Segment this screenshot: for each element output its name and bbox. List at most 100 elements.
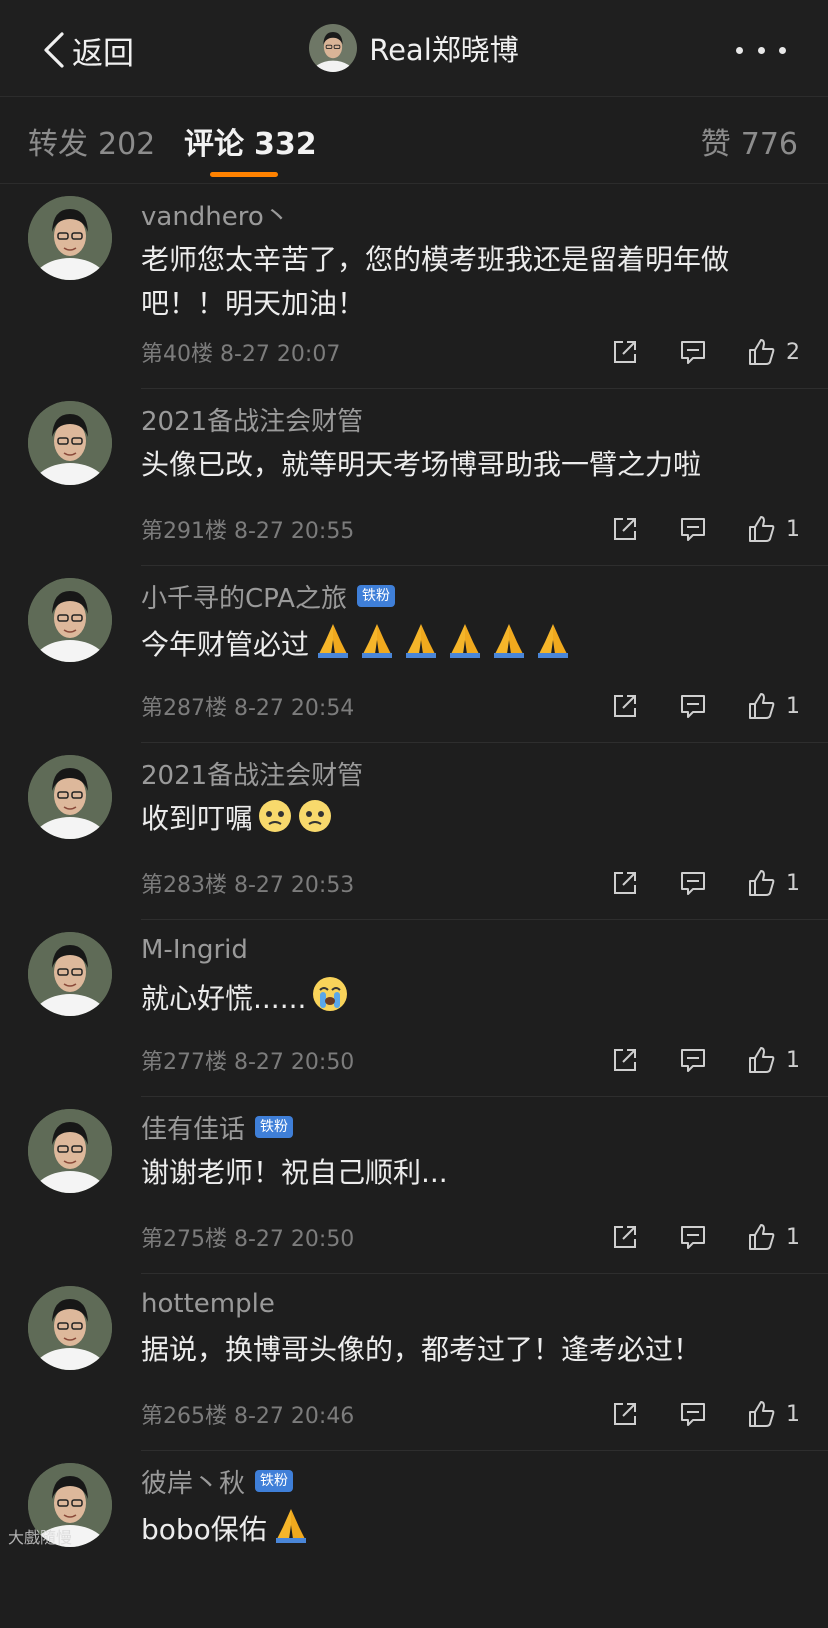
like-button[interactable]: 1 (746, 1399, 800, 1429)
comment-item[interactable]: M-Ingrid 就心好慌...... 第277楼 8-27 20:50 1 (0, 920, 828, 1097)
tab-repost[interactable]: 转发 202 (28, 119, 155, 163)
share-button[interactable] (610, 1045, 640, 1075)
tab-like[interactable]: 赞 776 (701, 119, 798, 163)
comment-item[interactable]: 小千寻的CPA之旅 铁粉 今年财管必过 第287楼 8-27 20:54 1 (0, 566, 828, 743)
reply-button[interactable] (678, 337, 708, 367)
comment-text: 就心好慌...... (141, 974, 800, 1021)
comment-floor-time: 第287楼 8-27 20:54 (141, 696, 355, 721)
avatar[interactable] (309, 24, 358, 72)
comment-item[interactable]: 2021备战注会财管 收到叮嘱 第283楼 8-27 20:53 1 (0, 743, 828, 920)
like-button[interactable]: 1 (746, 514, 800, 544)
tab-comment-label: 评论 (184, 127, 244, 162)
avatar[interactable] (28, 932, 112, 1016)
like-button[interactable]: 1 (746, 1222, 800, 1252)
avatar-image (309, 24, 358, 72)
comment-text-body: 收到叮嘱 (141, 802, 254, 835)
comment-text-body: 今年财管必过 (141, 628, 310, 661)
comment-text: bobo保佑 (141, 1505, 800, 1552)
comment-text: 据说，换博哥头像的，都考过了！逢考必过！ (141, 1328, 800, 1372)
comment-username[interactable]: M-Ingrid (141, 935, 248, 965)
share-button[interactable] (610, 337, 640, 367)
avatar-image (28, 755, 112, 839)
comment-meta-row: 第275楼 8-27 20:50 1 (141, 1220, 800, 1254)
pray-emoji-icon (318, 624, 349, 658)
share-icon (614, 341, 636, 363)
title-text: Real郑晓博 (369, 33, 519, 67)
comment-text: 头像已改，就等明天考场博哥助我一臂之力啦 (141, 443, 800, 487)
comment-content: 佳有佳话 铁粉 谢谢老师！祝自己顺利... (141, 1109, 800, 1195)
tab-like-count: 776 (740, 127, 798, 162)
comment-item[interactable]: hottemple 据说，换博哥头像的，都考过了！逢考必过！ 第265楼 8-2… (0, 1274, 828, 1451)
comment-item[interactable]: 2021备战注会财管 头像已改，就等明天考场博哥助我一臂之力啦 第291楼 8-… (0, 389, 828, 566)
comment-username[interactable]: 彼岸丶秋 (141, 1463, 245, 1500)
reply-button[interactable] (678, 1399, 708, 1429)
avatar[interactable] (28, 1109, 112, 1193)
more-dot-icon (736, 46, 743, 54)
comment-username-row: 2021备战注会财管 (141, 401, 800, 437)
comment-username[interactable]: vandhero丶 (141, 196, 290, 233)
comment-icon (681, 341, 705, 364)
comment-username[interactable]: hottemple (141, 1289, 275, 1319)
comment-text-body: 谢谢老师！祝自己顺利... (141, 1156, 448, 1189)
avatar[interactable] (28, 755, 112, 839)
like-count: 2 (786, 339, 800, 365)
comment-icon (681, 1226, 705, 1249)
thumbs-up-icon (749, 516, 775, 542)
share-button[interactable] (610, 1222, 640, 1252)
comment-meta-row: 第291楼 8-27 20:55 1 (141, 512, 800, 546)
like-button[interactable]: 2 (746, 337, 800, 367)
share-button[interactable] (610, 514, 640, 544)
like-button[interactable]: 1 (746, 1045, 800, 1075)
reply-button[interactable] (678, 868, 708, 898)
like-button[interactable]: 1 (746, 868, 800, 898)
comment-item[interactable]: 佳有佳话 铁粉 谢谢老师！祝自己顺利... 第275楼 8-27 20:50 1 (0, 1097, 828, 1274)
share-icon (614, 1049, 636, 1071)
share-button[interactable] (610, 868, 640, 898)
reply-button[interactable] (678, 1045, 708, 1075)
comment-username-row: 彼岸丶秋 铁粉 (141, 1463, 800, 1499)
like-count: 1 (786, 1224, 800, 1250)
comment-floor-time: 第291楼 8-27 20:55 (141, 519, 355, 544)
comment-username[interactable]: 2021备战注会财管 (141, 755, 363, 792)
pray-emoji-icon (450, 624, 481, 658)
comment-username[interactable]: 小千寻的CPA之旅 (141, 578, 347, 615)
comment-floor-time: 第275楼 8-27 20:50 (141, 1227, 355, 1252)
share-button[interactable] (610, 1399, 640, 1429)
share-button[interactable] (610, 691, 640, 721)
comment-item[interactable]: vandhero丶 老师您太辛苦了，您的模考班我还是留着明年做吧！！明天加油！ … (0, 184, 828, 389)
comment-username-row: 2021备战注会财管 (141, 755, 800, 791)
comment-item[interactable]: 彼岸丶秋 铁粉 bobo保佑 (0, 1451, 828, 1628)
comment-username-row: M-Ingrid (141, 932, 800, 968)
fan-badge: 铁粉 (255, 1470, 294, 1492)
like-count: 1 (786, 693, 800, 719)
avatar[interactable] (28, 578, 112, 662)
comment-text-body: 头像已改，就等明天考场博哥助我一臂之力啦 (141, 448, 702, 481)
tab-comment[interactable]: 评论 332 (184, 119, 317, 163)
comment-content: vandhero丶 老师您太辛苦了，您的模考班我还是留着明年做吧！！明天加油！ (141, 196, 800, 326)
like-button[interactable]: 1 (746, 691, 800, 721)
watermark: 大戲隨慢 (8, 1528, 73, 1547)
comment-icon (681, 1049, 705, 1072)
more-options-button[interactable] (736, 30, 786, 70)
tab-repost-count: 202 (98, 127, 156, 162)
comment-floor-time: 第283楼 8-27 20:53 (141, 873, 355, 898)
reply-button[interactable] (678, 514, 708, 544)
active-tab-indicator (210, 172, 278, 177)
avatar[interactable] (28, 1286, 112, 1370)
reply-button[interactable] (678, 691, 708, 721)
comment-username[interactable]: 2021备战注会财管 (141, 401, 363, 438)
like-count: 1 (786, 516, 800, 542)
comment-floor-time: 第40楼 8-27 20:07 (141, 342, 341, 367)
top-nav-bar: 返回 Real郑晓博 (0, 0, 828, 97)
sad-emoji-icon (259, 800, 292, 832)
more-dot-icon (757, 46, 765, 54)
avatar[interactable] (28, 196, 112, 280)
avatar[interactable] (28, 401, 112, 485)
comment-username[interactable]: 佳有佳话 (141, 1109, 245, 1146)
avatar-image (28, 1109, 112, 1193)
comment-icon (681, 872, 705, 895)
crying-emoji-icon (313, 977, 348, 1011)
tab-bar: 转发 202 评论 332 赞 776 (0, 97, 828, 184)
reply-button[interactable] (678, 1222, 708, 1252)
fan-badge: 铁粉 (356, 585, 395, 607)
